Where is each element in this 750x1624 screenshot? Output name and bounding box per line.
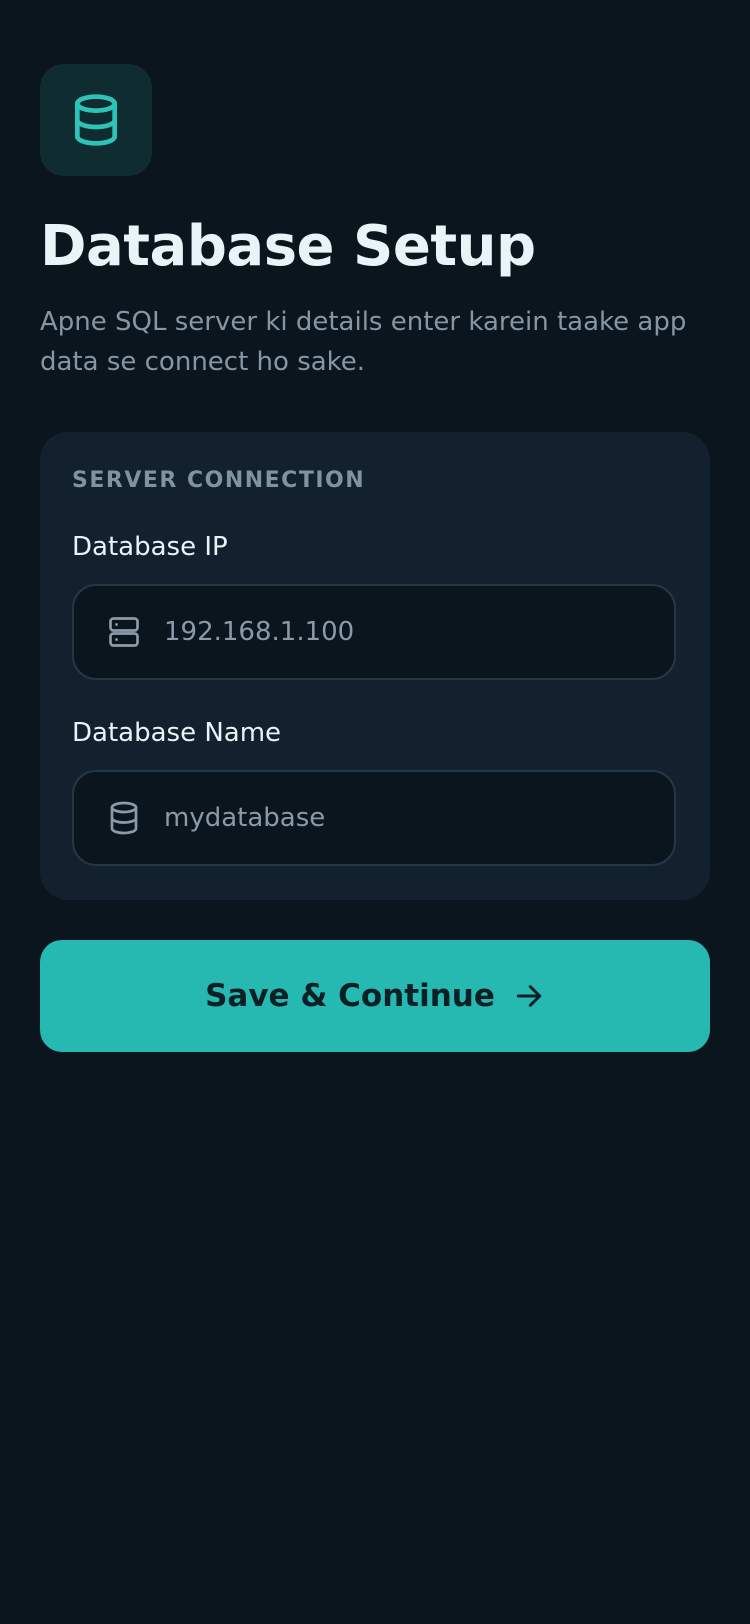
save-continue-label: Save & Continue [205, 978, 495, 1014]
database-name-label: Database Name [72, 718, 282, 748]
section-label: SERVER CONNECTION [72, 468, 366, 493]
database-icon [110, 801, 138, 835]
database-name-field[interactable] [72, 770, 676, 866]
database-name-input[interactable] [164, 772, 654, 864]
page-title: Database Setup [40, 214, 536, 279]
server-icon [109, 617, 139, 647]
save-continue-button[interactable]: Save & Continue [40, 940, 710, 1052]
arrow-right-icon [516, 985, 542, 1007]
page-subtitle: Apne SQL server ki details enter karein … [40, 307, 687, 377]
app-icon-tile [40, 64, 152, 176]
server-connection-card: SERVER CONNECTION Database IP Database N… [40, 432, 710, 900]
database-ip-label: Database IP [72, 532, 228, 562]
database-ip-field[interactable] [72, 584, 676, 680]
database-ip-input[interactable] [164, 586, 654, 678]
database-icon [75, 94, 117, 146]
